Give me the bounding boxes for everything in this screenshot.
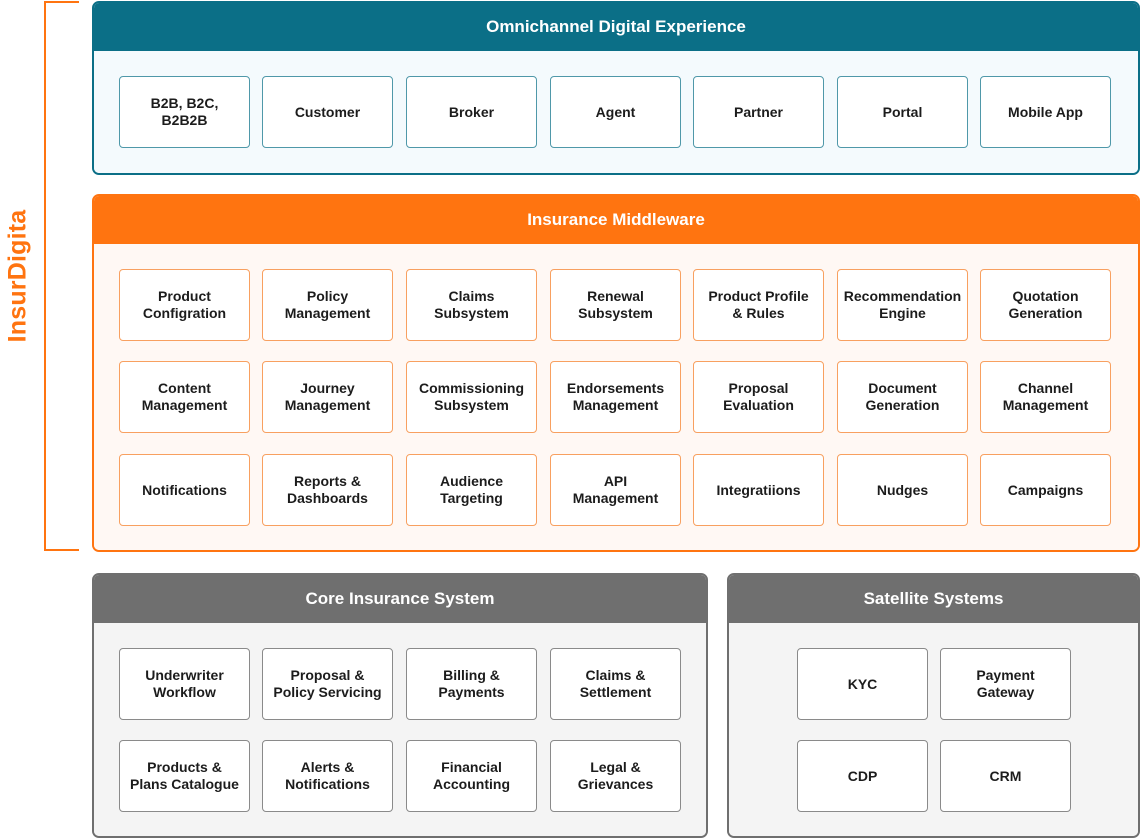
- middleware-card[interactable]: Journey Management: [262, 361, 393, 433]
- middleware-card[interactable]: Nudges: [837, 454, 968, 526]
- middleware-card[interactable]: Campaigns: [980, 454, 1111, 526]
- middleware-card[interactable]: Endorsements Management: [550, 361, 681, 433]
- middleware-card[interactable]: Channel Management: [980, 361, 1111, 433]
- middleware-panel: Insurance Middleware Product Configratio…: [92, 194, 1140, 552]
- middleware-body: Product Configration Policy Management C…: [94, 244, 1138, 550]
- middleware-card[interactable]: API Management: [550, 454, 681, 526]
- middleware-card[interactable]: Policy Management: [262, 269, 393, 341]
- channel-card-b2b[interactable]: B2B, B2C, B2B2B: [119, 76, 250, 148]
- core-card[interactable]: Alerts & Notifications: [262, 740, 393, 812]
- middleware-card[interactable]: Audience Targeting: [406, 454, 537, 526]
- channel-card-customer[interactable]: Customer: [262, 76, 393, 148]
- channel-card-broker[interactable]: Broker: [406, 76, 537, 148]
- core-system-panel: Core Insurance System Underwriter Workfl…: [92, 573, 708, 838]
- core-card[interactable]: Claims & Settlement: [550, 648, 681, 720]
- satellite-systems-body: KYC Payment Gateway CDP CRM: [729, 623, 1138, 836]
- core-card[interactable]: Products & Plans Catalogue: [119, 740, 250, 812]
- satellite-systems-title: Satellite Systems: [729, 575, 1138, 623]
- core-card[interactable]: Billing & Payments: [406, 648, 537, 720]
- middleware-card[interactable]: Document Generation: [837, 361, 968, 433]
- satellite-card-payment-gateway[interactable]: Payment Gateway: [940, 648, 1071, 720]
- channel-card-partner[interactable]: Partner: [693, 76, 824, 148]
- middleware-card[interactable]: Claims Subsystem: [406, 269, 537, 341]
- omnichannel-body: B2B, B2C, B2B2B Customer Broker Agent Pa…: [94, 51, 1138, 173]
- core-card[interactable]: Financial Accounting: [406, 740, 537, 812]
- middleware-card[interactable]: Product Profile & Rules: [693, 269, 824, 341]
- middleware-card[interactable]: Product Configration: [119, 269, 250, 341]
- satellite-systems-panel: Satellite Systems KYC Payment Gateway CD…: [727, 573, 1140, 838]
- channel-card-agent[interactable]: Agent: [550, 76, 681, 148]
- middleware-card[interactable]: Content Management: [119, 361, 250, 433]
- platform-bracket: [44, 1, 79, 551]
- core-system-body: Underwriter Workflow Proposal & Policy S…: [94, 623, 706, 836]
- middleware-card[interactable]: Reports & Dashboards: [262, 454, 393, 526]
- middleware-card[interactable]: Renewal Subsystem: [550, 269, 681, 341]
- middleware-card[interactable]: Quotation Generation: [980, 269, 1111, 341]
- omnichannel-panel: Omnichannel Digital Experience B2B, B2C,…: [92, 1, 1140, 175]
- channel-card-portal[interactable]: Portal: [837, 76, 968, 148]
- middleware-title: Insurance Middleware: [94, 196, 1138, 244]
- channel-card-mobile-app[interactable]: Mobile App: [980, 76, 1111, 148]
- core-card[interactable]: Legal & Grievances: [550, 740, 681, 812]
- core-system-title: Core Insurance System: [94, 575, 706, 623]
- middleware-card[interactable]: Proposal Evaluation: [693, 361, 824, 433]
- middleware-card[interactable]: Recommendation Engine: [837, 269, 968, 341]
- core-card[interactable]: Underwriter Workflow: [119, 648, 250, 720]
- core-card[interactable]: Proposal & Policy Servicing: [262, 648, 393, 720]
- middleware-card[interactable]: Commissioning Subsystem: [406, 361, 537, 433]
- middleware-card[interactable]: Integratiions: [693, 454, 824, 526]
- satellite-card-crm[interactable]: CRM: [940, 740, 1071, 812]
- omnichannel-title: Omnichannel Digital Experience: [94, 3, 1138, 51]
- brand-label: InsurDigita: [3, 209, 32, 343]
- satellite-card-kyc[interactable]: KYC: [797, 648, 928, 720]
- middleware-card[interactable]: Notifications: [119, 454, 250, 526]
- satellite-card-cdp[interactable]: CDP: [797, 740, 928, 812]
